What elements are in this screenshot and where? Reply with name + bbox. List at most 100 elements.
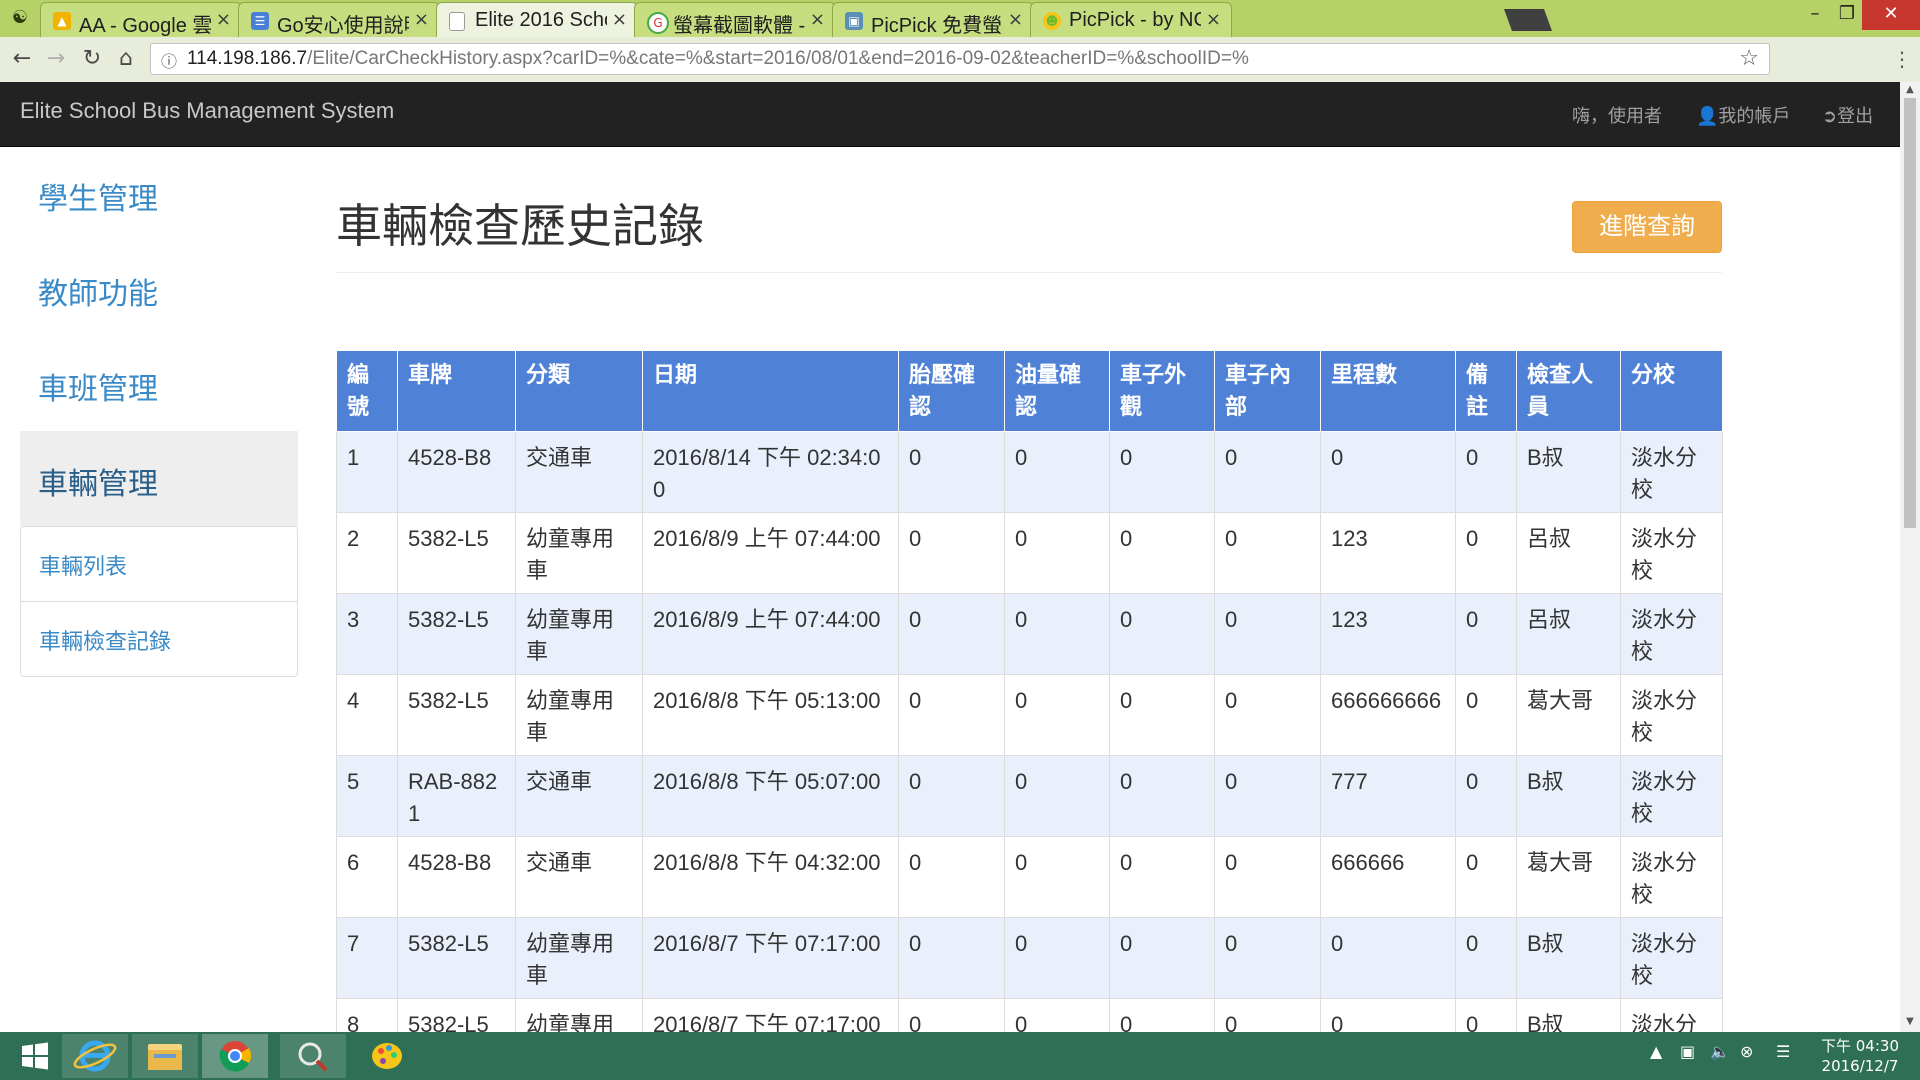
file-explorer-icon[interactable] <box>132 1034 198 1078</box>
scrollbar-thumb[interactable] <box>1904 98 1916 528</box>
action-center-icon[interactable]: ☰ <box>1776 1042 1790 1061</box>
paint-icon[interactable] <box>354 1034 420 1078</box>
table-cell: 0 <box>1109 674 1215 756</box>
sidebar: 學生管理 教師功能 車班管理 車輛管理 車輛列表 車輛檢查記錄 <box>20 146 298 677</box>
table-cell: 葛大哥 <box>1516 674 1621 756</box>
browser-tab-strip: ☯ ▲ AA - Google 雲端硬碟 × ☰ Go安心使用說明 - Goog… <box>0 0 1920 38</box>
browser-tab[interactable]: ☻ PicPick - by NGWIN × <box>1030 2 1232 37</box>
table-cell: 5382-L5 <box>397 998 516 1032</box>
table-cell: 0 <box>1455 917 1517 999</box>
advanced-search-button[interactable]: 進階查詢 <box>1572 201 1722 253</box>
column-header: 車子外觀 <box>1109 351 1215 432</box>
logout-link[interactable]: ➲登出 <box>1822 102 1873 128</box>
tab-title: PicPick - by NGWIN <box>1069 9 1201 31</box>
volume-icon[interactable]: 🔈 <box>1710 1042 1730 1061</box>
submenu-item-vehicle-check-records[interactable]: 車輛檢查記錄 <box>21 602 297 676</box>
maximize-icon[interactable]: ❐ <box>1832 0 1862 30</box>
picpick-face-icon: ☻ <box>1043 12 1061 30</box>
table-cell: 交通車 <box>515 431 643 513</box>
table-cell: 2016/8/7 下午 07:17:00 <box>642 917 899 999</box>
table-cell: 0 <box>1004 755 1110 837</box>
navbar-greeting[interactable]: 嗨，使用者 <box>1572 102 1662 128</box>
sidebar-item-label: 學生管理 <box>38 182 158 217</box>
browser-tab[interactable]: ▣ PicPick 免費螢幕截圖 × <box>832 2 1034 37</box>
table-cell: 777 <box>1320 755 1456 837</box>
table-cell: 幼童專用車 <box>515 674 643 756</box>
vehicle-submenu: 車輛列表 車輛檢查記錄 <box>20 526 298 677</box>
bookmark-star-icon[interactable]: ☆ <box>1739 46 1759 71</box>
table-cell: 0 <box>1004 512 1110 594</box>
picpick-icon[interactable] <box>280 1034 346 1078</box>
tab-close-icon[interactable]: × <box>414 9 429 30</box>
network-icon[interactable]: ▣ <box>1680 1042 1695 1061</box>
table-row: 1 4528-B8 交通車 2016/8/14 下午 02:34:00 0 0 0 0 0 0 B叔… <box>336 431 1723 513</box>
table-cell: 0 <box>1004 998 1110 1032</box>
table-cell: 2016/8/9 上午 07:44:00 <box>642 512 899 594</box>
tab-close-icon[interactable]: × <box>1206 9 1221 30</box>
browser-tab[interactable]: ☰ Go安心使用說明 - Google × <box>238 2 440 37</box>
chrome-menu-icon[interactable]: ⋮ <box>1892 47 1912 71</box>
column-header: 分類 <box>515 351 643 432</box>
scroll-up-icon[interactable]: ▲ <box>1904 84 1916 95</box>
tab-close-icon[interactable]: × <box>810 9 825 30</box>
browser-tab-active[interactable]: Elite 2016 School Bus × <box>436 2 638 38</box>
tab-close-icon[interactable]: × <box>216 9 231 30</box>
table-cell: 0 <box>1320 431 1456 513</box>
sidebar-item-label: 車輛管理 <box>38 467 158 502</box>
account-link[interactable]: 👤我的帳戶 <box>1696 102 1790 128</box>
tray-expand-icon[interactable]: ▲ <box>1650 1042 1662 1061</box>
chrome-profile-icon[interactable]: ☯ <box>6 6 34 30</box>
table-cell: 0 <box>1214 917 1321 999</box>
table-cell: 0 <box>1214 998 1321 1032</box>
reload-icon[interactable]: ↻ <box>78 45 106 73</box>
table-cell: 0 <box>1455 755 1517 837</box>
table-cell: 0 <box>1004 674 1110 756</box>
url-text[interactable]: 114.198.186.7/Elite/CarCheckHistory.aspx… <box>187 48 1249 70</box>
tab-close-icon[interactable]: × <box>1008 9 1023 30</box>
table-cell: 7 <box>336 917 398 999</box>
table-cell: 0 <box>1455 836 1517 918</box>
back-icon[interactable]: ← <box>8 45 36 73</box>
table-cell: 0 <box>1004 917 1110 999</box>
table-cell: 呂叔 <box>1516 593 1621 675</box>
new-tab-button[interactable] <box>1503 9 1553 31</box>
notification-icon[interactable]: ⊗ <box>1740 1042 1753 1061</box>
table-cell: 1 <box>336 431 398 513</box>
taskbar-clock[interactable]: 下午 04:30 2016/12/7 <box>1818 1036 1902 1076</box>
home-icon[interactable]: ⌂ <box>112 45 140 73</box>
sidebar-item-teachers[interactable]: 教師功能 <box>20 241 298 336</box>
close-window-icon[interactable]: ✕ <box>1862 0 1920 30</box>
table-header-row: 編號 車牌 分類 日期 胎壓確認 油量確認 車子外觀 車子內部 里程數 備註 檢查人員 分校 <box>336 351 1723 432</box>
browser-tab[interactable]: ▲ AA - Google 雲端硬碟 × <box>40 2 242 37</box>
navbar-brand[interactable]: Elite School Bus Management System <box>20 98 394 124</box>
url-path: /Elite/CarCheckHistory.aspx?carID=%&cate… <box>307 48 1249 69</box>
browser-tab[interactable]: G 螢幕截圖軟體 - Google × <box>634 2 836 37</box>
submenu-item-vehicle-list[interactable]: 車輛列表 <box>21 527 297 602</box>
sidebar-item-students[interactable]: 學生管理 <box>20 146 298 241</box>
table-row: 85382-L5幼童專用車2016/8/7 下午 07:17:00000000B… <box>336 998 1723 1032</box>
table-cell: 0 <box>898 836 1005 918</box>
scroll-down-icon[interactable]: ▼ <box>1904 1016 1916 1027</box>
site-info-icon[interactable]: ⓘ <box>161 48 177 72</box>
chrome-icon[interactable] <box>202 1034 268 1078</box>
table-cell: 0 <box>1109 593 1215 675</box>
forward-icon[interactable]: → <box>42 45 70 73</box>
sidebar-item-routes[interactable]: 車班管理 <box>20 336 298 431</box>
address-bar[interactable]: ⓘ 114.198.186.7/Elite/CarCheckHistory.as… <box>150 43 1770 75</box>
ie-icon[interactable] <box>62 1034 128 1078</box>
browser-toolbar: ← → ↻ ⌂ ⓘ 114.198.186.7/Elite/CarCheckHi… <box>0 37 1920 83</box>
start-icon[interactable] <box>2 1034 68 1078</box>
table-cell: 0 <box>1109 836 1215 918</box>
table-cell: 0 <box>898 512 1005 594</box>
table-cell: 0 <box>1109 755 1215 837</box>
column-header: 檢查人員 <box>1516 351 1621 432</box>
table-cell: 0 <box>1214 836 1321 918</box>
sidebar-item-vehicles[interactable]: 車輛管理 <box>20 431 298 526</box>
tab-close-icon[interactable]: × <box>612 9 627 30</box>
table-cell: 5382-L5 <box>397 593 516 675</box>
table-cell: 交通車 <box>515 755 643 837</box>
page-scrollbar[interactable]: ▲ ▼ <box>1900 82 1920 1032</box>
column-header: 里程數 <box>1320 351 1456 432</box>
minimize-icon[interactable]: – <box>1800 0 1830 30</box>
table-cell: 0 <box>1109 917 1215 999</box>
